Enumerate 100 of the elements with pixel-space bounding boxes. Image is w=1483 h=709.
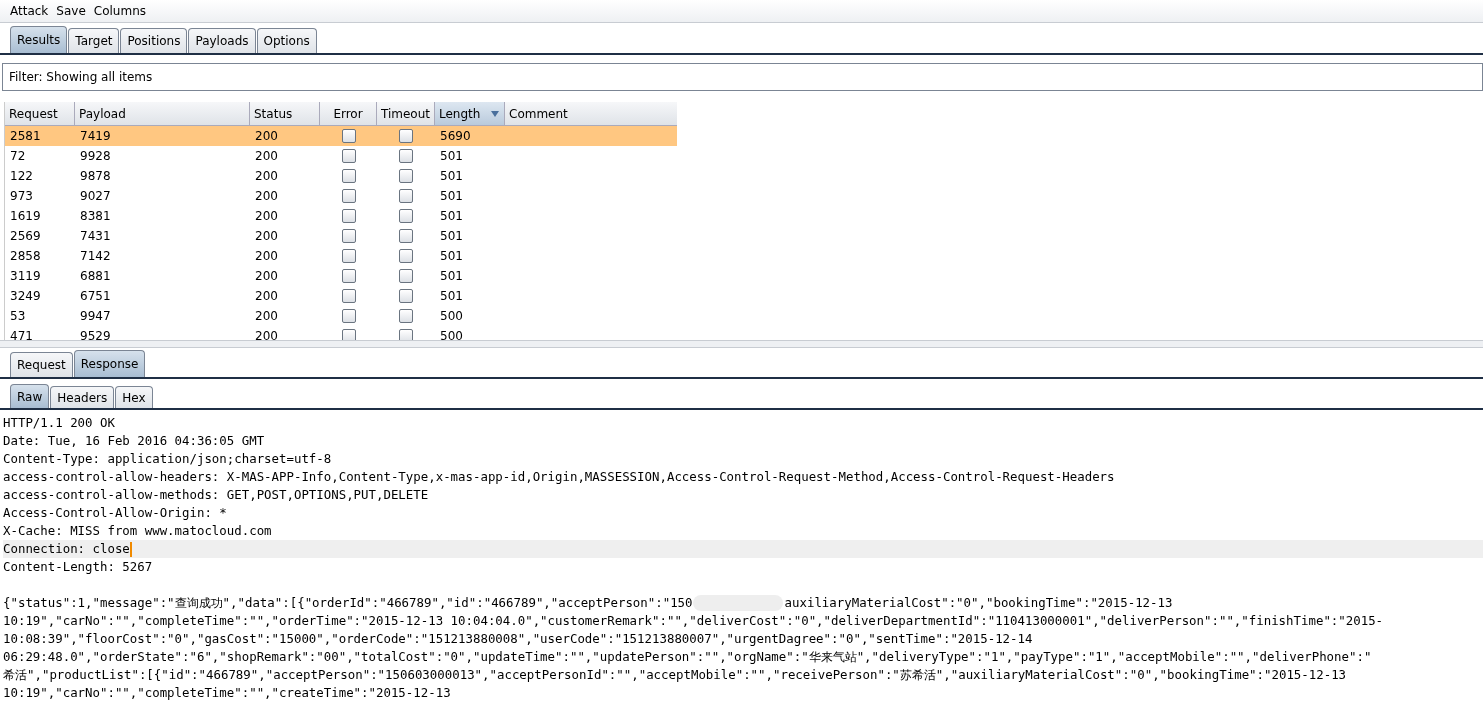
- table-row[interactable]: 2858 7142 200 501: [5, 246, 677, 266]
- table-cell-text: 8381: [79, 209, 112, 223]
- table-row[interactable]: 1619 8381 200 501: [5, 206, 677, 226]
- checkbox[interactable]: [341, 249, 356, 263]
- table-cell-text: 1619: [9, 209, 42, 223]
- table-cell-text: 7431: [79, 229, 112, 243]
- checkbox[interactable]: [341, 209, 356, 223]
- column-header[interactable]: Status: [250, 102, 320, 125]
- checkbox[interactable]: [399, 249, 413, 263]
- checkbox[interactable]: [399, 289, 413, 303]
- checkbox[interactable]: [341, 229, 356, 243]
- table-cell-text: 3249: [9, 289, 42, 303]
- table-cell-text: 200: [254, 329, 279, 340]
- response-line: {"status":1,"message":"查询成功","data":[{"orderId":"466789","id":"466789","acceptPerson":"150: [3, 594, 693, 612]
- checkbox[interactable]: [341, 269, 356, 283]
- table-row[interactable]: 973 9027 200 501: [5, 186, 677, 206]
- checkbox[interactable]: [399, 209, 413, 223]
- table-cell-text: 122: [9, 169, 34, 183]
- checkbox[interactable]: [399, 169, 413, 183]
- table-cell-text: 9947: [79, 309, 112, 323]
- checkbox[interactable]: [399, 329, 413, 340]
- tab[interactable]: Request: [10, 352, 73, 377]
- column-header[interactable]: Error: [320, 102, 377, 125]
- sort-descending-icon: [490, 109, 500, 118]
- table-cell-text: 501: [439, 209, 464, 223]
- table-row[interactable]: 3249 6751 200 501: [5, 286, 677, 306]
- table-cell-text: 501: [439, 169, 464, 183]
- table-cell-text: 501: [439, 149, 464, 163]
- checkbox[interactable]: [341, 189, 356, 203]
- response-line: 06:29:48.0","orderState":"6","shopRemark":"00","totalCost":"0","updateTime":"","updatePerson":"","orgName":"华来气站","deliveryType":"1","payType":"1","acceptMobile":"","deliverPhone":": [3, 648, 1372, 666]
- column-header[interactable]: Payload: [75, 102, 250, 125]
- tab[interactable]: Response: [73, 350, 146, 377]
- table-cell-text: 9529: [79, 329, 112, 340]
- tab[interactable]: Hex: [115, 386, 153, 408]
- tab[interactable]: Results: [10, 26, 68, 53]
- checkbox[interactable]: [341, 289, 356, 303]
- checkbox[interactable]: [399, 229, 413, 243]
- table-cell-text: 200: [254, 189, 279, 203]
- menu-item[interactable]: Columns: [93, 4, 146, 18]
- tab[interactable]: Positions: [120, 28, 188, 53]
- table-cell-text: 471: [9, 329, 34, 340]
- response-line: HTTP/1.1 200 OK: [3, 414, 115, 432]
- tab[interactable]: Target: [68, 28, 120, 53]
- checkbox[interactable]: [399, 269, 413, 283]
- response-line: auxiliaryMaterialCost":"0","bookingTime":"2015-12-13: [784, 594, 1173, 612]
- response-line: Content-Length: 5267: [3, 558, 153, 576]
- response-line: 10:19","carNo":"","completeTime":"","orderTime":"2015-12-13 10:04:04.0","customerRemark":"","deliverCost":"0","deliverDepartmentId":"110413000001","deliverPerson":"","finishTime":"2015-: [3, 612, 1384, 630]
- table-row[interactable]: 3119 6881 200 501: [5, 266, 677, 286]
- table-row[interactable]: 122 9878 200 501: [5, 166, 677, 186]
- table-cell-text: 501: [439, 189, 464, 203]
- menu-item[interactable]: Save: [56, 4, 86, 18]
- table-row[interactable]: 2569 7431 200 501: [5, 226, 677, 246]
- column-header[interactable]: Comment: [505, 102, 677, 125]
- response-line: 10:08:39","floorCost":"0","gasCost":"15000","orderCode":"151213880008","userCode":"151213880007","urgentDagree":"0","sentTime":"2015-12-14: [3, 630, 1033, 648]
- tab[interactable]: Raw: [10, 384, 50, 408]
- checkbox[interactable]: [341, 329, 356, 340]
- table-cell-text: 2569: [9, 229, 42, 243]
- response-line: Date: Tue, 16 Feb 2016 04:36:05 GMT: [3, 432, 265, 450]
- column-header[interactable]: Request: [5, 102, 75, 125]
- table-cell-text: 9027: [79, 189, 112, 203]
- filter-bar[interactable]: Filter: Showing all items: [2, 63, 1483, 91]
- table-cell-text: 501: [439, 249, 464, 263]
- checkbox[interactable]: [341, 309, 356, 323]
- menu-item[interactable]: Attack: [10, 4, 49, 18]
- table-row[interactable]: 53 9947 200 500: [5, 306, 677, 326]
- tab[interactable]: Options: [256, 28, 317, 53]
- table-cell-text: 200: [254, 149, 279, 163]
- checkbox[interactable]: [341, 149, 356, 163]
- table-cell-text: 72: [9, 149, 27, 163]
- tab[interactable]: Headers: [50, 386, 115, 408]
- response-line: Content-Type: application/json;charset=utf-8: [3, 450, 332, 468]
- checkbox[interactable]: [399, 129, 413, 143]
- checkbox[interactable]: [399, 309, 413, 323]
- response-line: 希活","productList":[{"id":"466789","acceptPerson":"150603000013","acceptPersonId":"","acceptMobile":"","receivePerson":"苏希活","auxiliaryMaterialCost":"0","bookingTime":"2015-12-13: [3, 666, 1347, 684]
- checkbox[interactable]: [399, 149, 413, 163]
- column-header[interactable]: Length: [435, 102, 505, 125]
- table-cell-text: 200: [254, 169, 279, 183]
- table-row[interactable]: 2581 7419 200 5690: [5, 126, 677, 146]
- checkbox[interactable]: [399, 189, 413, 203]
- table-cell-text: 501: [439, 229, 464, 243]
- table-cell-text: 200: [254, 249, 279, 263]
- table-cell-text: 7419: [79, 129, 112, 143]
- table-cell-text: 200: [254, 209, 279, 223]
- checkbox[interactable]: [341, 169, 356, 183]
- table-cell-text: 9878: [79, 169, 112, 183]
- checkbox[interactable]: [341, 129, 356, 143]
- table-row[interactable]: 72 9928 200 501: [5, 146, 677, 166]
- table-cell-text: 973: [9, 189, 34, 203]
- table-cell-text: 2581: [9, 129, 42, 143]
- response-line: X-Cache: MISS from www.matocloud.com: [3, 522, 272, 540]
- table-cell-text: 501: [439, 269, 464, 283]
- table-cell-text: 3119: [9, 269, 42, 283]
- table-row[interactable]: 471 9529 200 500: [5, 326, 677, 340]
- table-cell-text: 500: [439, 329, 464, 340]
- splitter-handle[interactable]: [0, 340, 1483, 348]
- response-line: access-control-allow-headers: X-MAS-APP-Info,Content-Type,x-mas-app-id,Origin,MASSESSION,Access-Control-Request-Method,Access-Control-Request-Headers: [3, 468, 1115, 486]
- response-line: Connection: close: [3, 540, 130, 558]
- table-cell-text: 9928: [79, 149, 112, 163]
- tab[interactable]: Payloads: [188, 28, 256, 53]
- table-cell-text: 53: [9, 309, 27, 323]
